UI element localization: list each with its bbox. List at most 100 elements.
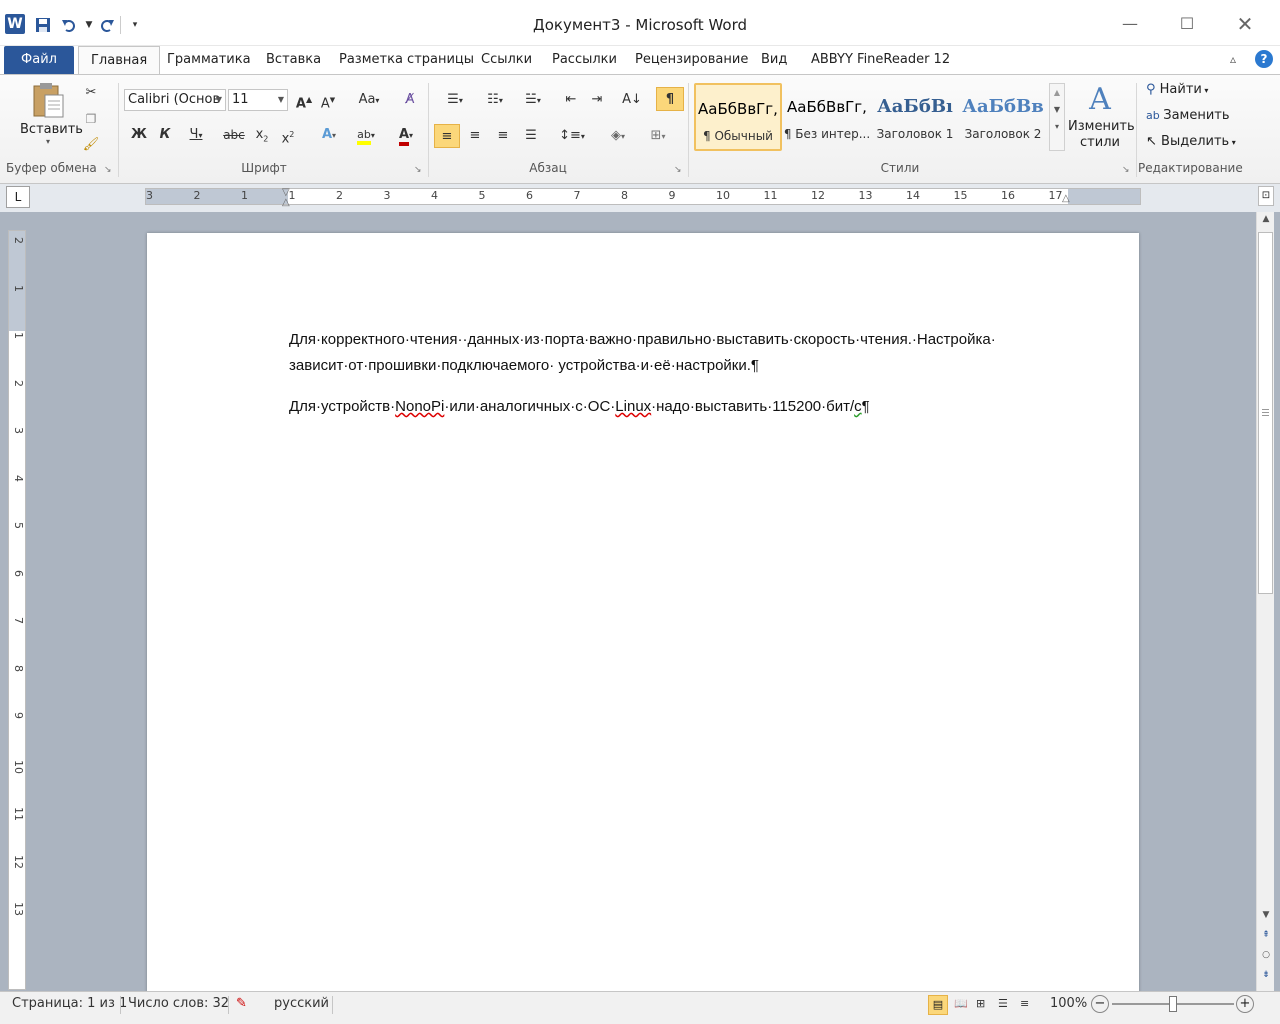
print-layout-icon[interactable]: ▤ bbox=[928, 995, 948, 1015]
language[interactable]: русский bbox=[274, 992, 329, 1016]
dialog-launcher-icon[interactable]: ↘ bbox=[414, 165, 424, 175]
font-name-combo[interactable]: Calibri (Основ ▼ bbox=[124, 89, 226, 111]
proofing-icon[interactable]: ✎ bbox=[236, 992, 247, 1016]
font-color-icon[interactable]: A▾ bbox=[390, 123, 422, 147]
change-case-button[interactable]: Аа▾ bbox=[354, 88, 384, 112]
grow-font-icon[interactable]: A▲ bbox=[294, 88, 314, 112]
horizontal-ruler[interactable]: 3 2 1 1 2 3 4 5 6 7 8 9 10 11 12 13 14 15 16 17 ▽ △ △ bbox=[145, 187, 1141, 208]
clear-formatting-icon[interactable]: A̸ bbox=[400, 88, 420, 112]
shrink-font-icon[interactable]: A▼ bbox=[318, 88, 338, 112]
outline-icon[interactable]: ☰ bbox=[998, 992, 1008, 1016]
tab-insert[interactable]: Вставка bbox=[254, 46, 333, 74]
dialog-launcher-icon[interactable]: ↘ bbox=[1122, 165, 1132, 175]
document-page[interactable]: Для·корректного·чтения··данных·из·порта·… bbox=[147, 233, 1139, 993]
scroll-up-icon[interactable]: ▲ bbox=[1258, 214, 1274, 228]
tab-references[interactable]: Ссылки bbox=[469, 46, 544, 74]
style-heading-2[interactable]: АаБбВв Заголовок 2 bbox=[959, 83, 1047, 151]
cut-icon[interactable]: ✂ bbox=[82, 81, 100, 105]
chevron-down-icon[interactable]: ▼ bbox=[1050, 105, 1064, 114]
minimize-icon[interactable]: — bbox=[1107, 10, 1153, 38]
superscript-icon[interactable]: x2 bbox=[278, 123, 298, 147]
bullets-icon[interactable]: ☰▾ bbox=[438, 88, 472, 112]
tab-home[interactable]: Главная bbox=[78, 46, 161, 74]
format-painter-icon[interactable]: 🖌 bbox=[82, 133, 100, 157]
scrollbar-thumb[interactable] bbox=[1258, 232, 1273, 594]
align-center-icon[interactable]: ≡ bbox=[464, 124, 486, 148]
zoom-in-icon[interactable]: + bbox=[1236, 995, 1254, 1013]
select-browse-object-icon[interactable]: ○ bbox=[1258, 950, 1274, 964]
style-no-spacing[interactable]: АаБбВвГг, ¶ Без интер... bbox=[783, 83, 871, 151]
tab-selector[interactable]: L bbox=[6, 186, 30, 208]
change-styles-button[interactable]: A Изменить стили bbox=[1068, 81, 1135, 151]
chevron-up-icon[interactable]: ▲ bbox=[1050, 88, 1064, 97]
tab-page-layout[interactable]: Разметка страницы bbox=[327, 46, 486, 74]
show-formatting-marks-icon[interactable]: ¶ bbox=[656, 87, 684, 111]
sort-icon[interactable]: A↓ bbox=[620, 88, 644, 112]
tab-review[interactable]: Рецензирование bbox=[623, 46, 760, 74]
style-sample: АаБбВвГг, bbox=[787, 98, 867, 116]
paragraph[interactable]: Для·корректного·чтения··данных·из·порта·… bbox=[289, 327, 1079, 379]
numbering-icon[interactable]: ☷▾ bbox=[478, 88, 512, 112]
line-spacing-icon[interactable]: ↕≡▾ bbox=[556, 124, 588, 148]
scroll-down-icon[interactable]: ▼ bbox=[1258, 910, 1274, 924]
replace-button[interactable]: ab Заменить bbox=[1146, 105, 1230, 127]
italic-icon[interactable]: К bbox=[156, 123, 174, 147]
font-size-combo[interactable]: 11 ▼ bbox=[228, 89, 288, 111]
style-normal[interactable]: АаБбВвГг, ¶ Обычный bbox=[694, 83, 782, 151]
draft-icon[interactable]: ≡ bbox=[1020, 992, 1029, 1016]
misspelled-word[interactable]: NonoPi bbox=[395, 398, 444, 415]
web-layout-icon[interactable]: ⊞ bbox=[976, 992, 985, 1016]
highlight-icon[interactable]: ab▾ bbox=[348, 123, 384, 147]
dialog-launcher-icon[interactable]: ↘ bbox=[674, 165, 684, 175]
align-right-icon[interactable]: ≡ bbox=[492, 124, 514, 148]
previous-page-icon[interactable]: ⇞ bbox=[1258, 930, 1274, 944]
help-icon[interactable]: ? bbox=[1255, 50, 1273, 68]
left-indent-icon[interactable]: △ bbox=[282, 197, 290, 208]
word-count[interactable]: Число слов: 32 bbox=[128, 992, 229, 1016]
collapse-ribbon-icon[interactable]: ▵ bbox=[1230, 52, 1236, 66]
tab-mailings[interactable]: Рассылки bbox=[540, 46, 629, 74]
ruler-label: 2 bbox=[12, 379, 25, 387]
paragraph[interactable]: Для·устройств·NonoPi·или·аналогичных·с·О… bbox=[289, 394, 1079, 420]
vertical-ruler[interactable]: 2 1 1 2 3 4 5 6 7 8 9 10 11 12 13 bbox=[8, 230, 26, 990]
dialog-launcher-icon[interactable]: ↘ bbox=[104, 165, 114, 175]
find-button[interactable]: ⚲ Найти ▾ bbox=[1146, 79, 1208, 101]
maximize-icon[interactable]: ☐ bbox=[1164, 10, 1210, 38]
subscript-icon[interactable]: x2 bbox=[252, 123, 272, 147]
tab-file[interactable]: Файл bbox=[4, 46, 74, 74]
right-indent-icon[interactable]: △ bbox=[1062, 193, 1070, 204]
page-count[interactable]: Страница: 1 из 1 bbox=[12, 992, 127, 1016]
zoom-slider-thumb[interactable] bbox=[1169, 996, 1177, 1012]
zoom-level[interactable]: 100% bbox=[1050, 992, 1087, 1016]
bold-icon[interactable]: Ж bbox=[130, 123, 148, 147]
tab-grammar[interactable]: Грамматика bbox=[155, 46, 263, 74]
tab-view[interactable]: Вид bbox=[749, 46, 799, 74]
copy-icon[interactable]: ❐ bbox=[82, 107, 100, 131]
style-name: Заголовок 2 bbox=[964, 127, 1042, 141]
align-left-icon[interactable]: ≡ bbox=[434, 124, 460, 148]
ruler-toggle-icon[interactable]: ⊡ bbox=[1258, 186, 1274, 206]
decrease-indent-icon[interactable]: ⇤ bbox=[560, 88, 582, 112]
justify-icon[interactable]: ☰ bbox=[520, 124, 542, 148]
grammar-flagged-text[interactable]: с bbox=[854, 398, 862, 415]
strikethrough-icon[interactable]: abc bbox=[222, 123, 246, 147]
paste-button[interactable]: Вставить ▾ bbox=[20, 81, 83, 157]
ruler-label: 10 bbox=[12, 759, 25, 774]
next-page-icon[interactable]: ⇟ bbox=[1258, 970, 1274, 984]
underline-icon[interactable]: Ч▾ bbox=[184, 123, 208, 147]
style-heading-1[interactable]: АаБбВı Заголовок 1 bbox=[871, 83, 959, 151]
increase-indent-icon[interactable]: ⇥ bbox=[586, 88, 608, 112]
text-effects-icon[interactable]: A▾ bbox=[314, 123, 344, 147]
gallery-expand-icon[interactable]: ▾ bbox=[1050, 122, 1064, 131]
ruler-label: 9 bbox=[12, 712, 25, 719]
close-icon[interactable]: ✕ bbox=[1222, 10, 1268, 38]
full-screen-reading-icon[interactable]: 📖 bbox=[954, 992, 968, 1016]
zoom-out-icon[interactable]: − bbox=[1091, 995, 1109, 1013]
styles-gallery-scroll[interactable]: ▲ ▼ ▾ bbox=[1049, 83, 1065, 151]
tab-abbyy[interactable]: ABBYY FineReader 12 bbox=[799, 46, 962, 74]
shading-icon[interactable]: ◈▾ bbox=[602, 124, 634, 148]
misspelled-word[interactable]: Linux bbox=[615, 398, 651, 415]
multilevel-list-icon[interactable]: ☱▾ bbox=[516, 88, 550, 112]
select-button[interactable]: ↖ Выделить ▾ bbox=[1146, 131, 1236, 153]
borders-icon[interactable]: ⊞▾ bbox=[642, 124, 674, 148]
